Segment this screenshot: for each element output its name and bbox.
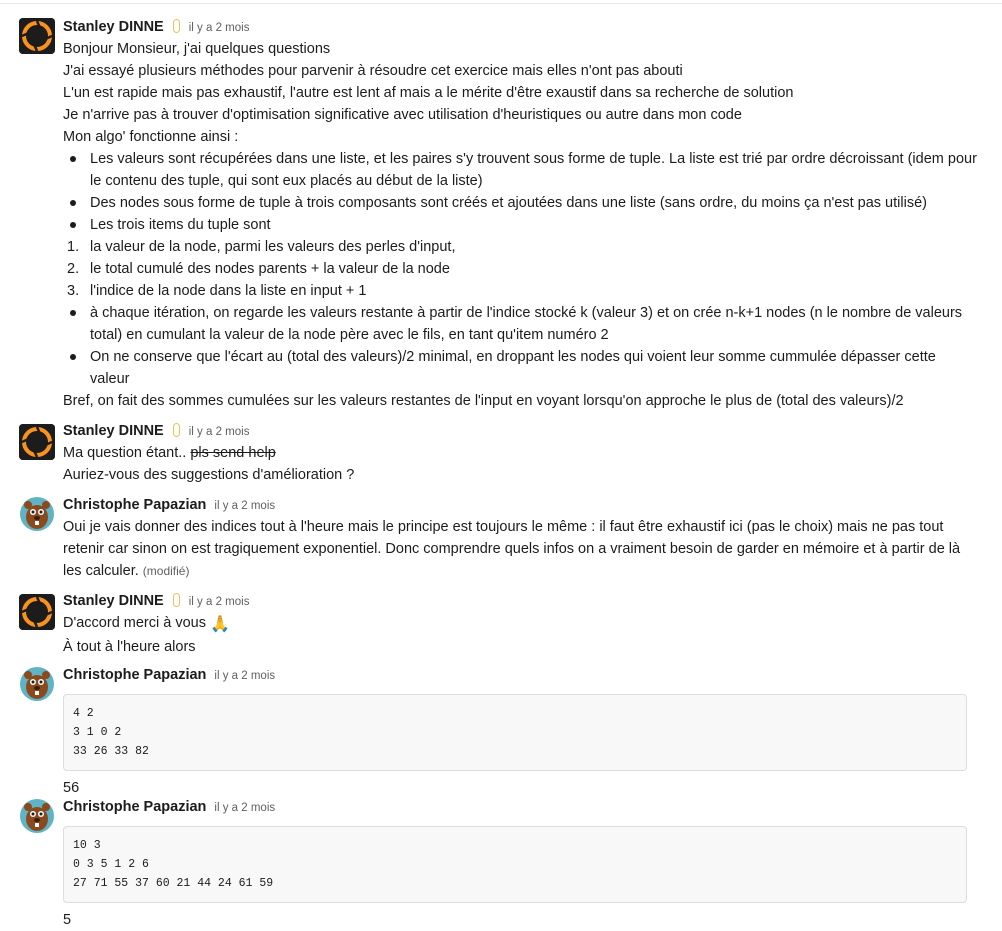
avatar[interactable]: [19, 496, 55, 532]
list-item-text: Les valeurs sont récupérées dans une lis…: [90, 151, 977, 167]
status-icon: [172, 19, 180, 33]
message-line: Ma question étant.. pls send help: [63, 442, 986, 464]
message-line: D'accord merci à vous 🙏: [63, 612, 986, 636]
message-line: Oui je vais donner des indices tout à l'…: [63, 519, 944, 535]
message-line: À tout à l'heure alors: [63, 639, 196, 655]
message-header: Christophe Papazian il y a 2 mois: [63, 664, 986, 686]
message-header: Christophe Papazian il y a 2 mois: [63, 796, 986, 818]
code-line: 4 2: [73, 707, 94, 720]
list-item-text: à chaque itération, on regarde les valeu…: [90, 305, 963, 321]
message-line: les calculer. (modifié): [63, 560, 986, 582]
list-item: 1. la valeur de la node, parmi les valeu…: [63, 236, 986, 258]
avatar[interactable]: [19, 424, 55, 460]
author-name[interactable]: Stanley DINNE: [63, 423, 164, 439]
code-line: 10 3: [73, 839, 101, 852]
message-line: L'un est rapide mais pas exhaustif, l'au…: [63, 85, 794, 101]
list-item-text: la valeur de la node, parmi les valeurs …: [90, 239, 456, 255]
author-name[interactable]: Stanley DINNE: [63, 593, 164, 609]
code-block[interactable]: 10 3 0 3 5 1 2 6 27 71 55 37 60 21 44 24…: [63, 826, 967, 903]
list-item-text: valeur: [90, 371, 130, 387]
strikethrough-text: pls send help: [190, 445, 276, 461]
list-item: 2. le total cumulé des nodes parents + l…: [63, 258, 986, 280]
status-icon: [172, 423, 180, 437]
message-header: Christophe Papazian il y a 2 mois: [63, 494, 986, 516]
list-item: à chaque itération, on regarde les valeu…: [63, 302, 986, 346]
bullet-icon: [70, 354, 76, 360]
list-item: 3. l'indice de la node dans la liste en …: [63, 280, 986, 302]
code-line: 33 26 33 82: [73, 745, 149, 758]
list-number: 3.: [67, 283, 80, 299]
status-icon: [172, 593, 180, 607]
list-item: Des nodes sous forme de tuple à trois co…: [63, 192, 986, 214]
code-line: 27 71 55 37 60 21 44 24 61 59: [73, 877, 274, 890]
list-item-text: l'indice de la node dans la liste en inp…: [90, 283, 367, 299]
list-item: On ne conserve que l'écart au (total des…: [63, 346, 986, 390]
list-item-text: Des nodes sous forme de tuple à trois co…: [90, 195, 927, 211]
bullet-icon: [70, 222, 76, 228]
message-line: Je n'arrive pas à trouver d'optimisation…: [63, 107, 742, 123]
message-text: les calculer.: [63, 563, 139, 579]
message-line: Bref, on fait des sommes cumulées sur le…: [63, 393, 904, 409]
code-block[interactable]: 4 2 3 1 0 2 33 26 33 82: [63, 694, 967, 771]
list-item-text: total) en cumulant la valeur de la node …: [90, 327, 609, 343]
portal-logo-icon: [19, 18, 55, 54]
avatar[interactable]: [19, 666, 55, 702]
list-item-text: le total cumulé des nodes parents + la v…: [90, 261, 450, 277]
message-line: Mon algo' fonctionne ainsi :: [63, 129, 239, 145]
list-item-text: On ne conserve que l'écart au (total des…: [90, 349, 936, 365]
list-item-text: Les trois items du tuple sont: [90, 217, 271, 233]
message-text: D'accord merci à vous: [63, 615, 206, 631]
beaver-avatar-icon: [20, 497, 54, 531]
message-line: 5: [63, 912, 72, 928]
timestamp[interactable]: il y a 2 mois: [189, 426, 250, 438]
avatar[interactable]: [19, 798, 55, 834]
message-line: retenir car sinon on est tragiquement ex…: [63, 541, 961, 557]
message-line: J'ai essayé plusieurs méthodes pour parv…: [63, 63, 683, 79]
list-number: 2.: [67, 261, 80, 277]
timestamp[interactable]: il y a 2 mois: [214, 670, 275, 682]
message-line: Auriez-vous des suggestions d'améliorati…: [63, 467, 355, 483]
portal-logo-icon: [19, 594, 55, 630]
list-item-text: le contenu des tuple, qui sont eux placé…: [90, 173, 483, 189]
code-line: 0 3 5 1 2 6: [73, 858, 149, 871]
message-header: Stanley DINNE il y a 2 mois: [63, 16, 986, 38]
list-item: Les trois items du tuple sont: [63, 214, 986, 236]
author-name[interactable]: Christophe Papazian: [63, 497, 206, 513]
bullet-icon: [70, 310, 76, 316]
author-name[interactable]: Christophe Papazian: [63, 667, 206, 683]
message-text: Ma question étant..: [63, 445, 191, 461]
avatar[interactable]: [19, 594, 55, 630]
bullet-icon: [70, 200, 76, 206]
bullet-icon: [70, 156, 76, 162]
pray-emoji-icon: 🙏: [210, 616, 230, 633]
beaver-avatar-icon: [20, 667, 54, 701]
portal-logo-icon: [19, 424, 55, 460]
timestamp[interactable]: il y a 2 mois: [214, 500, 275, 512]
code-line: 3 1 0 2: [73, 726, 122, 739]
author-name[interactable]: Christophe Papazian: [63, 799, 206, 815]
message-line: Bonjour Monsieur, j'ai quelques question…: [63, 41, 331, 57]
timestamp[interactable]: il y a 2 mois: [189, 596, 250, 608]
author-name[interactable]: Stanley DINNE: [63, 19, 164, 35]
avatar[interactable]: [19, 18, 55, 54]
edited-label: (modifié): [142, 564, 190, 578]
message-header: Stanley DINNE il y a 2 mois: [63, 590, 986, 612]
timestamp[interactable]: il y a 2 mois: [214, 802, 275, 814]
list-number: 1.: [67, 239, 80, 255]
message-header: Stanley DINNE il y a 2 mois: [63, 420, 986, 442]
beaver-avatar-icon: [20, 799, 54, 833]
timestamp[interactable]: il y a 2 mois: [189, 22, 250, 34]
top-divider: [0, 3, 1002, 4]
list-item: Les valeurs sont récupérées dans une lis…: [63, 148, 986, 192]
